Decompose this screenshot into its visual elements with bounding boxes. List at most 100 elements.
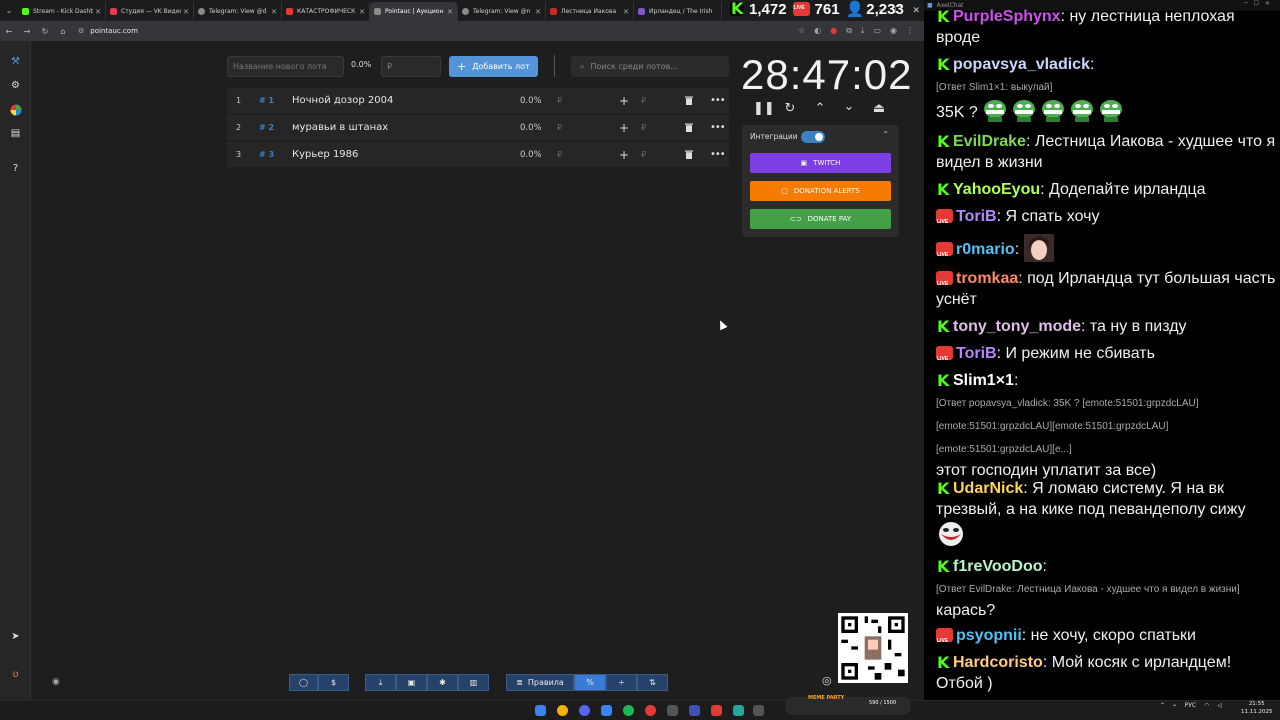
- network-icon[interactable]: ⌁: [1173, 702, 1177, 709]
- minimize-icon[interactable]: ─: [879, 6, 884, 16]
- steam-icon[interactable]: [601, 705, 612, 716]
- home-icon[interactable]: ⌂: [54, 27, 72, 36]
- lot-amount-field[interactable]: ₽: [557, 123, 562, 132]
- menu-kebab-icon[interactable]: ⋮: [906, 26, 914, 36]
- twitch-integration-button[interactable]: ▣ TWITCH: [750, 153, 891, 173]
- sort-button[interactable]: ⇅: [637, 674, 668, 691]
- donation-alerts-button[interactable]: ▢ DONATION ALERTS: [750, 181, 891, 201]
- lot-name[interactable]: муравьи в штанах: [292, 122, 388, 133]
- trash-icon[interactable]: [685, 123, 693, 132]
- trash-icon[interactable]: [685, 96, 693, 105]
- subtract-time-chevron-down-icon[interactable]: ⌄: [841, 99, 857, 114]
- chat-username[interactable]: YahooEyou: [953, 181, 1040, 198]
- eye-icon[interactable]: ◉: [52, 677, 60, 687]
- chat-username[interactable]: tony_tony_mode: [953, 318, 1081, 335]
- chat-username[interactable]: ToriB: [956, 345, 997, 362]
- app-icon[interactable]: [667, 705, 678, 716]
- compact-view-button[interactable]: ÷: [606, 674, 637, 691]
- chrome-icon[interactable]: [557, 705, 568, 716]
- chat-username[interactable]: ToriB: [956, 208, 997, 225]
- collapse-chevron-icon[interactable]: ⌃: [882, 130, 889, 139]
- chat-username[interactable]: EvilDrake: [953, 133, 1026, 150]
- integrations-toggle[interactable]: [801, 131, 825, 143]
- lot-search-input[interactable]: ⌕ Поиск среди лотов...: [571, 56, 729, 77]
- close-tab-icon[interactable]: ✕: [535, 8, 541, 16]
- tab-vk-studio[interactable]: Студия — VK Видео ✕: [106, 2, 194, 21]
- chat-username[interactable]: tromkaa: [956, 270, 1018, 287]
- tab-irishman[interactable]: Ирландец / The Irish: [634, 2, 722, 21]
- more-options-icon[interactable]: •••: [710, 95, 726, 106]
- app-icon[interactable]: [733, 705, 744, 716]
- new-lot-name-input[interactable]: Название нового лота: [227, 56, 344, 77]
- percent-toggle-button[interactable]: %: [574, 674, 606, 691]
- extension-icon[interactable]: ◐: [814, 26, 821, 36]
- lot-id[interactable]: # 1: [259, 96, 274, 105]
- profile-icon[interactable]: ◉: [890, 26, 897, 36]
- tab-telegram-1[interactable]: Telegram: View @d ✕: [194, 2, 282, 21]
- chat-username[interactable]: r0mario: [956, 241, 1015, 258]
- extension-icon[interactable]: ●: [830, 26, 837, 36]
- add-amount-plus-icon[interactable]: +: [619, 148, 629, 162]
- windows-start-icon[interactable]: [535, 705, 546, 716]
- chat-username[interactable]: Slim1×1: [953, 372, 1014, 389]
- globe-icon[interactable]: ◎: [822, 674, 832, 687]
- telegram-icon[interactable]: ➤: [9, 630, 22, 643]
- reload-icon[interactable]: ↻: [36, 27, 54, 36]
- chat-username[interactable]: f1reVooDoo: [953, 558, 1042, 575]
- clear-lots-button[interactable]: ▥: [458, 674, 489, 691]
- close-tab-icon[interactable]: ✕: [271, 8, 277, 16]
- add-amount-plus-icon[interactable]: +: [619, 94, 629, 108]
- import-button[interactable]: ⤓: [365, 674, 396, 691]
- rules-button[interactable]: ≣ Правила: [506, 674, 574, 691]
- spotify-icon[interactable]: [623, 705, 634, 716]
- lot-amount-field[interactable]: ₽: [557, 96, 562, 105]
- close-icon[interactable]: ✕: [912, 6, 920, 16]
- media-player-icon[interactable]: [689, 705, 700, 716]
- lot-add-amount-field[interactable]: ₽: [641, 96, 646, 105]
- url-field[interactable]: ⚙ pointauc.com: [78, 23, 798, 39]
- add-time-double-up-icon[interactable]: ⏏: [871, 101, 887, 116]
- close-tab-icon[interactable]: ✕: [183, 8, 189, 16]
- site-info-icon[interactable]: ⚙: [78, 27, 84, 35]
- tab-youtube[interactable]: КАТАСТРОФИЧЕСК ✕: [282, 2, 370, 21]
- close-tab-icon[interactable]: ✕: [447, 8, 453, 16]
- forward-icon[interactable]: →: [18, 27, 36, 36]
- close-tab-icon[interactable]: ✕: [623, 8, 629, 16]
- settings-gear-icon[interactable]: ⚙: [9, 79, 22, 92]
- pause-icon[interactable]: ❚❚: [753, 101, 775, 116]
- tab-pointauc[interactable]: Pointauc | Аукцион ✕: [370, 2, 458, 21]
- donate-icon[interactable]: ʋ: [9, 668, 22, 681]
- lot-id[interactable]: # 3: [259, 150, 274, 159]
- obs-icon[interactable]: [645, 705, 656, 716]
- donate-dollar-button[interactable]: $: [318, 674, 349, 691]
- more-options-icon[interactable]: •••: [710, 149, 726, 160]
- trash-icon[interactable]: [685, 150, 693, 159]
- donate-pay-button[interactable]: ⊂⊃ DONATE PAY: [750, 209, 891, 229]
- puzzle-icon[interactable]: ⧉: [846, 26, 852, 36]
- lot-name[interactable]: Ночной дозор 2004: [292, 95, 393, 106]
- bookmark-star-icon[interactable]: ☆: [798, 26, 805, 36]
- github-button[interactable]: ◯: [289, 674, 318, 691]
- tab-telegram-2[interactable]: Telegram: View @n ✕: [458, 2, 546, 21]
- auction-hammer-icon[interactable]: ⚒: [9, 55, 22, 68]
- app-icon[interactable]: [711, 705, 722, 716]
- lot-add-amount-field[interactable]: ₽: [641, 150, 646, 159]
- save-button[interactable]: ▣: [396, 674, 427, 691]
- download-icon[interactable]: ⤓: [861, 26, 865, 36]
- app-icon[interactable]: [753, 705, 764, 716]
- wheel-icon[interactable]: [9, 103, 22, 116]
- language-indicator[interactable]: РУС: [1185, 702, 1196, 709]
- help-question-icon[interactable]: ?: [9, 162, 22, 175]
- add-lot-button[interactable]: + Добавить лот: [449, 56, 538, 77]
- tab-kick-dashboard[interactable]: Stream - Kick Dashb ✕: [18, 2, 106, 21]
- add-amount-plus-icon[interactable]: +: [619, 121, 629, 135]
- history-list-icon[interactable]: ▤: [9, 127, 22, 140]
- chat-username[interactable]: Hardcoristo: [953, 654, 1043, 671]
- close-tab-icon[interactable]: ✕: [95, 8, 101, 16]
- tray-chevron-icon[interactable]: ⌃: [1160, 702, 1165, 709]
- chat-username[interactable]: psyopnii: [956, 627, 1022, 644]
- close-tab-icon[interactable]: ✕: [359, 8, 365, 16]
- bug-report-button[interactable]: ✱: [427, 674, 458, 691]
- lot-id[interactable]: # 2: [259, 123, 274, 132]
- split-view-icon[interactable]: ▭: [873, 26, 881, 36]
